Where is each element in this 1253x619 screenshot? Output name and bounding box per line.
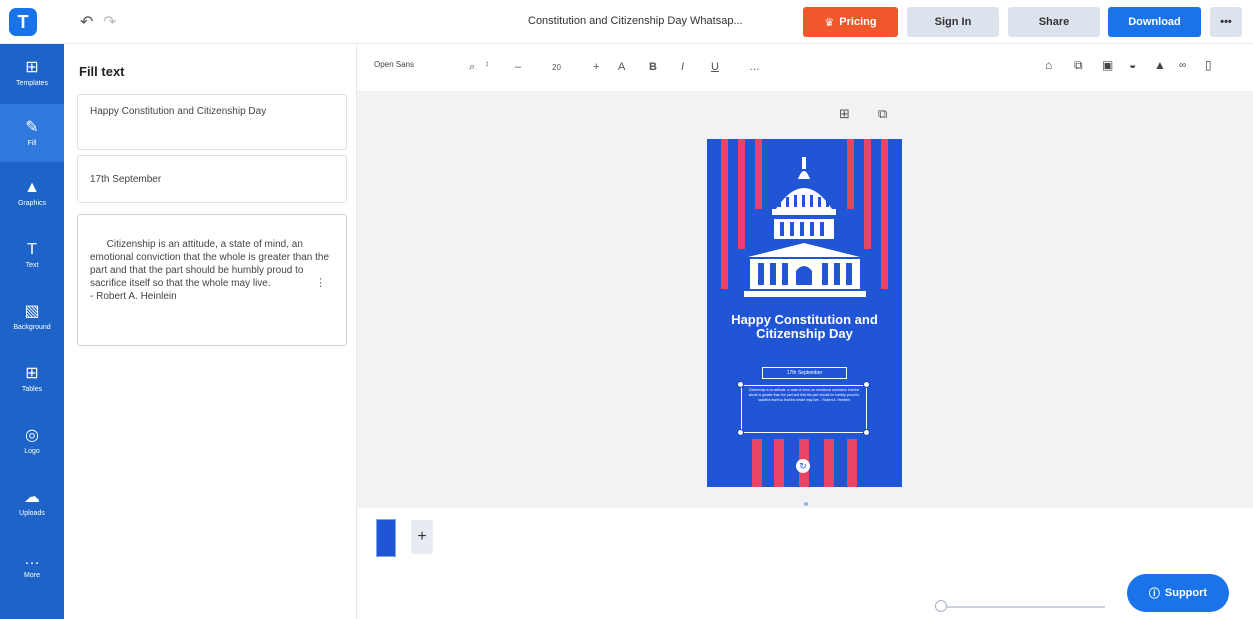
underline-icon[interactable]: U [711,61,719,73]
stripe [881,139,888,289]
nav-label: Graphics [17,200,46,207]
quote-text: Citizenship is an attitude, a state of m… [90,239,330,302]
stripe [774,439,784,487]
copy-icon[interactable]: ⧉ [1074,58,1083,73]
selection-handle[interactable] [863,381,870,388]
add-page-button[interactable]: + [411,520,433,554]
selection-handle[interactable] [737,429,744,436]
layer-icon[interactable]: ▣ [1102,58,1113,72]
left-nav-rail: ⊞ Templates ✎ Fill ▲ Graphics T Text ▧ B… [0,44,64,619]
nav-fill[interactable]: ✎ Fill [0,104,64,162]
poster-quote[interactable]: Citizenship is an attitude, a state of m… [741,385,867,433]
text-field-quote[interactable]: Citizenship is an attitude, a state of m… [77,214,347,346]
increase-size-icon[interactable]: + [593,61,599,73]
more-format-icon[interactable]: … [749,61,760,73]
editor-app: T ↶ ↷ Constitution and Citizenship Day W… [0,0,1253,619]
font-family-select[interactable]: Open Sans [374,60,414,69]
nav-label: Templates [16,80,48,87]
stripe [721,139,728,289]
zoom-slider[interactable] [935,606,1105,608]
nav-logo[interactable]: ◎ Logo [0,412,64,470]
undo-icon[interactable]: ↶ [80,12,93,32]
nav-templates[interactable]: ⊞ Templates [0,44,64,102]
cloud-upload-icon: ☁ [24,489,40,506]
nav-label: Logo [24,448,40,455]
canvas-area: ⊞ ⧉ Happy Constitution and Citizenship D… [357,92,1253,508]
font-size-input[interactable]: 20 [552,63,561,72]
stripe [824,439,834,487]
nav-text[interactable]: T Text [0,226,64,284]
nav-uploads[interactable]: ☁ Uploads [0,474,64,532]
copy-page-icon[interactable]: ⧉ [878,106,887,122]
support-button[interactable]: ⓘ Support [1127,574,1229,612]
crown-icon: ♛ [824,16,835,29]
nav-tables[interactable]: ⊞ Tables [0,350,64,408]
pricing-button[interactable]: ♛ Pricing [803,7,898,37]
document-title[interactable]: Constitution and Citizenship Day Whatsap… [528,15,743,27]
pricing-label: Pricing [839,16,877,28]
nav-label: Background [13,324,51,331]
poster-date[interactable]: 17th September [762,367,847,379]
support-label: Support [1164,587,1208,599]
link-icon[interactable]: ∞ [1179,60,1186,71]
stepper-icon[interactable]: ↕ [485,59,489,68]
bold-icon[interactable]: B [649,61,657,73]
selection-handle[interactable] [737,381,744,388]
sign-in-button[interactable]: Sign In [907,7,999,37]
nav-background[interactable]: ▧ Background [0,288,64,346]
format-toolbar: Open Sans ⌕ ↕ – 20 + A B I U … ⌂ ⧉ ▣ ◒ ▲… [357,44,1253,92]
panel-title: Fill text [79,64,125,79]
text-icon: T [27,241,37,258]
templates-icon: ⊞ [25,59,39,76]
rotate-handle-icon[interactable]: ↻ [796,459,810,473]
opacity-icon[interactable]: ◒ [1129,58,1136,72]
background-icon: ▧ [24,303,40,320]
ellipsis-icon: … [24,551,40,568]
fill-text-panel: Fill text Happy Constitution and Citizen… [64,44,357,619]
nav-label: Tables [21,386,43,393]
nav-label: Text [25,262,39,269]
poster-canvas[interactable]: Happy Constitution and Citizenship Day 1… [707,139,902,487]
nav-label: Fill [27,140,37,147]
stripe [752,439,762,487]
nav-label: Uploads [19,510,45,517]
page-thumbnail[interactable] [376,519,396,557]
text-field-date[interactable]: 17th September [77,155,347,203]
top-bar: T ↶ ↷ Constitution and Citizenship Day W… [0,0,1253,44]
pencil-icon: ✎ [25,119,39,136]
share-button[interactable]: Share [1008,7,1100,37]
resize-handle-icon[interactable]: ⋮ [315,277,326,290]
decrease-size-icon[interactable]: – [515,61,521,73]
more-options-button[interactable]: ••• [1210,7,1242,37]
font-search-icon[interactable]: ⌕ [469,61,475,74]
text-field-title[interactable]: Happy Constitution and Citizenship Day [77,94,347,150]
nav-graphics[interactable]: ▲ Graphics [0,164,64,222]
text-color-icon[interactable]: A [618,61,625,73]
duplicate-page-icon[interactable]: ⊞ [839,106,850,122]
page-indicator [804,502,808,506]
redo-icon[interactable]: ↷ [103,12,116,32]
poster-title[interactable]: Happy Constitution and Citizenship Day [707,313,902,341]
app-logo[interactable]: T [9,8,37,36]
selection-handle[interactable] [863,429,870,436]
nav-more[interactable]: … More [0,536,64,594]
nav-label: More [24,572,40,579]
zoom-slider-handle[interactable] [935,600,947,612]
graphics-icon: ▲ [24,179,40,196]
table-icon: ⊞ [25,365,39,382]
download-button[interactable]: Download [1108,7,1201,37]
stripe [847,439,857,487]
italic-icon[interactable]: I [681,61,684,73]
lock-icon[interactable]: ▲ [1154,58,1166,72]
format-painter-icon[interactable]: ⌂ [1045,58,1052,72]
help-icon: ⓘ [1148,588,1160,600]
delete-icon[interactable]: ▯ [1205,58,1212,72]
capitol-building-icon [744,157,866,297]
logo-icon: ◎ [25,427,39,444]
